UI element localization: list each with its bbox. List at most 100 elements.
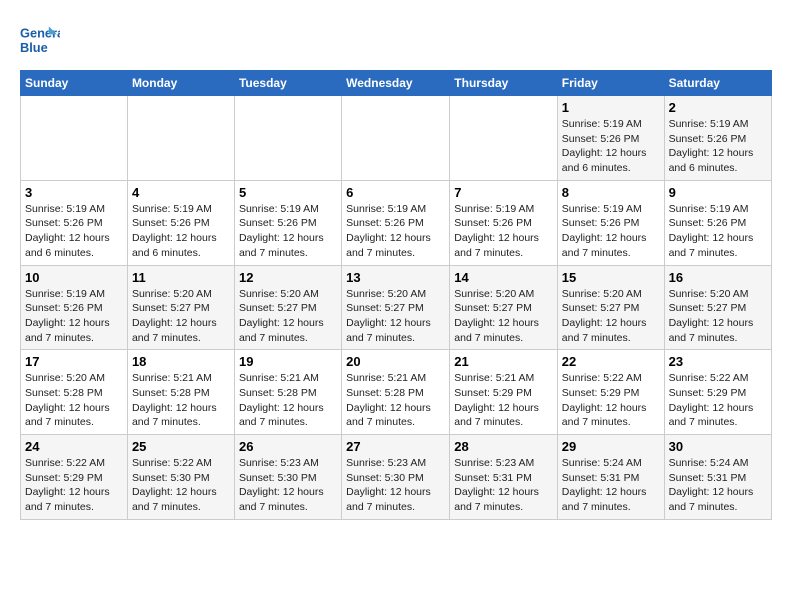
calendar-cell: 1 Sunrise: 5:19 AM Sunset: 5:26 PM Daylig… xyxy=(557,96,664,181)
day-number: 13 xyxy=(346,270,445,285)
day-info: Sunrise: 5:24 AM Sunset: 5:31 PM Dayligh… xyxy=(669,456,767,515)
calendar-cell: 23 Sunrise: 5:22 AM Sunset: 5:29 PM Dayli… xyxy=(664,350,771,435)
day-number: 21 xyxy=(454,354,553,369)
calendar-cell: 8Sunrise: 5:19 AM Sunset: 5:26 PM Daylig… xyxy=(557,180,664,265)
day-info: Sunrise: 5:21 AM Sunset: 5:28 PM Dayligh… xyxy=(132,371,230,430)
day-info: Sunrise: 5:19 AM Sunset: 5:26 PM Dayligh… xyxy=(25,202,123,261)
calendar-cell: 3 Sunrise: 5:19 AM Sunset: 5:26 PM Daylig… xyxy=(21,180,128,265)
weekday-header-sunday: Sunday xyxy=(21,71,128,96)
calendar-cell: 5 Sunrise: 5:19 AM Sunset: 5:26 PM Daylig… xyxy=(234,180,341,265)
day-info: Sunrise: 5:20 AM Sunset: 5:27 PM Dayligh… xyxy=(239,287,337,346)
weekday-header-wednesday: Wednesday xyxy=(342,71,450,96)
day-info: Sunrise: 5:22 AM Sunset: 5:29 PM Dayligh… xyxy=(25,456,123,515)
calendar-cell: 22 Sunrise: 5:22 AM Sunset: 5:29 PM Dayli… xyxy=(557,350,664,435)
day-number: 8 xyxy=(562,185,660,200)
calendar-cell: 19 Sunrise: 5:21 AM Sunset: 5:28 PM Dayli… xyxy=(234,350,341,435)
calendar-cell: 26Sunrise: 5:23 AM Sunset: 5:30 PM Dayli… xyxy=(234,435,341,520)
calendar-cell: 12 Sunrise: 5:20 AM Sunset: 5:27 PM Dayli… xyxy=(234,265,341,350)
calendar-cell: 21 Sunrise: 5:21 AM Sunset: 5:29 PM Dayli… xyxy=(450,350,558,435)
day-info: Sunrise: 5:19 AM Sunset: 5:26 PM Dayligh… xyxy=(669,117,767,176)
day-number: 5 xyxy=(239,185,337,200)
day-number: 14 xyxy=(454,270,553,285)
day-number: 7 xyxy=(454,185,553,200)
calendar-cell: 11 Sunrise: 5:20 AM Sunset: 5:27 PM Dayli… xyxy=(127,265,234,350)
calendar-cell: 30Sunrise: 5:24 AM Sunset: 5:31 PM Dayli… xyxy=(664,435,771,520)
calendar-cell: 4 Sunrise: 5:19 AM Sunset: 5:26 PM Daylig… xyxy=(127,180,234,265)
day-number: 20 xyxy=(346,354,445,369)
calendar-cell: 6 Sunrise: 5:19 AM Sunset: 5:26 PM Daylig… xyxy=(342,180,450,265)
calendar-cell: 13 Sunrise: 5:20 AM Sunset: 5:27 PM Dayli… xyxy=(342,265,450,350)
day-number: 24 xyxy=(25,439,123,454)
day-info: Sunrise: 5:23 AM Sunset: 5:31 PM Dayligh… xyxy=(454,456,553,515)
calendar-cell: 15Sunrise: 5:20 AM Sunset: 5:27 PM Dayli… xyxy=(557,265,664,350)
day-info: Sunrise: 5:21 AM Sunset: 5:28 PM Dayligh… xyxy=(346,371,445,430)
calendar-week-1: 1 Sunrise: 5:19 AM Sunset: 5:26 PM Daylig… xyxy=(21,96,772,181)
page-header: General Blue xyxy=(20,20,772,60)
calendar-table: SundayMondayTuesdayWednesdayThursdayFrid… xyxy=(20,70,772,520)
calendar-cell: 2 Sunrise: 5:19 AM Sunset: 5:26 PM Daylig… xyxy=(664,96,771,181)
day-info: Sunrise: 5:22 AM Sunset: 5:29 PM Dayligh… xyxy=(669,371,767,430)
calendar-cell xyxy=(21,96,128,181)
day-number: 2 xyxy=(669,100,767,115)
day-number: 15 xyxy=(562,270,660,285)
day-info: Sunrise: 5:22 AM Sunset: 5:29 PM Dayligh… xyxy=(562,371,660,430)
calendar-cell xyxy=(127,96,234,181)
calendar-cell: 10 Sunrise: 5:19 AM Sunset: 5:26 PM Dayli… xyxy=(21,265,128,350)
weekday-header-monday: Monday xyxy=(127,71,234,96)
calendar-cell: 18Sunrise: 5:21 AM Sunset: 5:28 PM Dayli… xyxy=(127,350,234,435)
calendar-cell: 27 Sunrise: 5:23 AM Sunset: 5:30 PM Dayli… xyxy=(342,435,450,520)
day-number: 11 xyxy=(132,270,230,285)
calendar-cell: 24 Sunrise: 5:22 AM Sunset: 5:29 PM Dayli… xyxy=(21,435,128,520)
calendar-cell xyxy=(234,96,341,181)
calendar-week-4: 17 Sunrise: 5:20 AM Sunset: 5:28 PM Dayli… xyxy=(21,350,772,435)
day-number: 12 xyxy=(239,270,337,285)
day-number: 29 xyxy=(562,439,660,454)
day-number: 22 xyxy=(562,354,660,369)
day-info: Sunrise: 5:20 AM Sunset: 5:28 PM Dayligh… xyxy=(25,371,123,430)
day-number: 17 xyxy=(25,354,123,369)
day-info: Sunrise: 5:19 AM Sunset: 5:26 PM Dayligh… xyxy=(669,202,767,261)
day-number: 1 xyxy=(562,100,660,115)
day-info: Sunrise: 5:19 AM Sunset: 5:26 PM Dayligh… xyxy=(562,117,660,176)
day-info: Sunrise: 5:24 AM Sunset: 5:31 PM Dayligh… xyxy=(562,456,660,515)
calendar-cell xyxy=(450,96,558,181)
svg-text:Blue: Blue xyxy=(20,40,48,55)
day-info: Sunrise: 5:23 AM Sunset: 5:30 PM Dayligh… xyxy=(346,456,445,515)
day-info: Sunrise: 5:20 AM Sunset: 5:27 PM Dayligh… xyxy=(346,287,445,346)
day-info: Sunrise: 5:19 AM Sunset: 5:26 PM Dayligh… xyxy=(346,202,445,261)
day-info: Sunrise: 5:20 AM Sunset: 5:27 PM Dayligh… xyxy=(132,287,230,346)
calendar-cell: 25 Sunrise: 5:22 AM Sunset: 5:30 PM Dayli… xyxy=(127,435,234,520)
day-number: 16 xyxy=(669,270,767,285)
weekday-header-friday: Friday xyxy=(557,71,664,96)
day-info: Sunrise: 5:19 AM Sunset: 5:26 PM Dayligh… xyxy=(239,202,337,261)
day-number: 27 xyxy=(346,439,445,454)
calendar-week-3: 10 Sunrise: 5:19 AM Sunset: 5:26 PM Dayli… xyxy=(21,265,772,350)
calendar-cell: 7 Sunrise: 5:19 AM Sunset: 5:26 PM Daylig… xyxy=(450,180,558,265)
day-info: Sunrise: 5:19 AM Sunset: 5:26 PM Dayligh… xyxy=(454,202,553,261)
day-info: Sunrise: 5:19 AM Sunset: 5:26 PM Dayligh… xyxy=(25,287,123,346)
day-info: Sunrise: 5:22 AM Sunset: 5:30 PM Dayligh… xyxy=(132,456,230,515)
day-number: 23 xyxy=(669,354,767,369)
day-number: 10 xyxy=(25,270,123,285)
day-number: 4 xyxy=(132,185,230,200)
day-number: 9 xyxy=(669,185,767,200)
day-info: Sunrise: 5:20 AM Sunset: 5:27 PM Dayligh… xyxy=(454,287,553,346)
day-info: Sunrise: 5:21 AM Sunset: 5:28 PM Dayligh… xyxy=(239,371,337,430)
day-number: 25 xyxy=(132,439,230,454)
day-info: Sunrise: 5:21 AM Sunset: 5:29 PM Dayligh… xyxy=(454,371,553,430)
calendar-cell: 20 Sunrise: 5:21 AM Sunset: 5:28 PM Dayli… xyxy=(342,350,450,435)
calendar-week-2: 3 Sunrise: 5:19 AM Sunset: 5:26 PM Daylig… xyxy=(21,180,772,265)
weekday-header-thursday: Thursday xyxy=(450,71,558,96)
logo-icon: General Blue xyxy=(20,20,60,60)
day-number: 19 xyxy=(239,354,337,369)
day-number: 26 xyxy=(239,439,337,454)
calendar-cell: 17 Sunrise: 5:20 AM Sunset: 5:28 PM Dayli… xyxy=(21,350,128,435)
calendar-cell: 29 Sunrise: 5:24 AM Sunset: 5:31 PM Dayli… xyxy=(557,435,664,520)
calendar-cell: 14 Sunrise: 5:20 AM Sunset: 5:27 PM Dayli… xyxy=(450,265,558,350)
day-number: 3 xyxy=(25,185,123,200)
calendar-cell: 28 Sunrise: 5:23 AM Sunset: 5:31 PM Dayli… xyxy=(450,435,558,520)
day-number: 6 xyxy=(346,185,445,200)
weekday-header-tuesday: Tuesday xyxy=(234,71,341,96)
day-info: Sunrise: 5:19 AM Sunset: 5:26 PM Dayligh… xyxy=(132,202,230,261)
day-number: 28 xyxy=(454,439,553,454)
